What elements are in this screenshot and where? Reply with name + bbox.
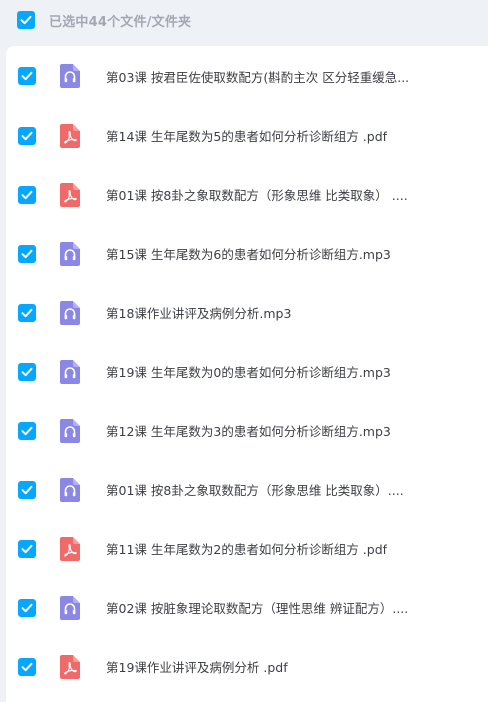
pdf-icon — [60, 182, 80, 207]
selection-header: 已选中44个文件/文件夹 — [0, 0, 488, 40]
file-name[interactable]: 第02课 按脏象理论取数配方（理性思维 辨证配方）.... — [106, 598, 408, 617]
file-row[interactable]: 第11课 生年尾数为2的患者如何分析诊断组方 .pdf — [6, 519, 488, 578]
file-checkbox[interactable] — [18, 67, 36, 85]
headphones-icon — [60, 64, 80, 88]
headphones-icon — [60, 595, 80, 620]
check-icon — [21, 544, 33, 553]
file-row[interactable]: 第19课 生年尾数为0的患者如何分析诊断组方.mp3 — [6, 342, 488, 401]
headphones-icon — [60, 300, 80, 325]
headphones-icon — [60, 477, 80, 502]
check-icon — [21, 190, 33, 199]
check-icon — [21, 603, 33, 612]
check-icon — [21, 426, 33, 435]
file-checkbox[interactable] — [18, 657, 36, 676]
select-all-checkbox[interactable] — [17, 11, 35, 29]
file-name[interactable]: 第19课作业讲评及病例分析 .pdf — [106, 657, 288, 676]
file-checkbox[interactable] — [18, 539, 36, 558]
check-icon — [21, 662, 33, 671]
file-name[interactable]: 第12课 生年尾数为3的患者如何分析诊断组方.mp3 — [106, 421, 391, 440]
check-icon — [21, 485, 33, 494]
file-name[interactable]: 第03课 按君臣佐使取数配方(斟酌主次 区分轻重缓急... — [106, 67, 409, 86]
file-checkbox[interactable] — [18, 598, 36, 617]
file-row[interactable]: 第15课 生年尾数为6的患者如何分析诊断组方.mp3 — [6, 224, 488, 283]
check-icon — [20, 15, 32, 25]
pdf-icon — [60, 536, 80, 561]
file-name[interactable]: 第11课 生年尾数为2的患者如何分析诊断组方 .pdf — [106, 539, 387, 558]
file-checkbox[interactable] — [18, 303, 36, 322]
headphones-icon — [60, 359, 80, 384]
check-icon — [21, 131, 33, 140]
file-row[interactable]: 第01课 按8卦之象取数配方（形象思维 比类取象）.... — [6, 460, 488, 519]
file-name[interactable]: 第19课 生年尾数为0的患者如何分析诊断组方.mp3 — [106, 362, 391, 381]
file-name[interactable]: 第01课 按8卦之象取数配方（形象思维 比类取象）.... — [106, 480, 404, 499]
check-icon — [21, 308, 33, 317]
file-checkbox[interactable] — [18, 126, 36, 145]
file-row[interactable]: 第03课 按君臣佐使取数配方(斟酌主次 区分轻重缓急... — [6, 46, 488, 106]
file-checkbox[interactable] — [18, 244, 36, 263]
check-icon — [21, 249, 33, 258]
file-row[interactable]: 第19课作业讲评及病例分析 .pdf — [6, 637, 488, 696]
file-checkbox[interactable] — [18, 480, 36, 499]
file-row[interactable]: 第14课 生年尾数为5的患者如何分析诊断组方 .pdf — [6, 106, 488, 165]
file-name[interactable]: 第15课 生年尾数为6的患者如何分析诊断组方.mp3 — [106, 244, 391, 263]
check-icon — [21, 71, 33, 81]
file-row[interactable]: 第01课 按8卦之象取数配方（形象思维 比类取象） .... — [6, 165, 488, 224]
file-name[interactable]: 第14课 生年尾数为5的患者如何分析诊断组方 .pdf — [106, 126, 387, 145]
file-row[interactable]: 第18课作业讲评及病例分析.mp3 — [6, 283, 488, 342]
pdf-icon — [60, 123, 80, 148]
pdf-icon — [60, 654, 80, 679]
file-checkbox[interactable] — [18, 421, 36, 440]
file-checkbox[interactable] — [18, 185, 36, 204]
file-row[interactable]: 第02课 按脏象理论取数配方（理性思维 辨证配方）.... — [6, 578, 488, 637]
file-row[interactable]: 第12课 生年尾数为3的患者如何分析诊断组方.mp3 — [6, 401, 488, 460]
headphones-icon — [60, 241, 80, 266]
selection-count-label: 已选中44个文件/文件夹 — [49, 14, 192, 30]
file-name[interactable]: 第18课作业讲评及病例分析.mp3 — [106, 303, 291, 322]
file-name[interactable]: 第01课 按8卦之象取数配方（形象思维 比类取象） .... — [106, 185, 408, 204]
check-icon — [21, 367, 33, 376]
file-checkbox[interactable] — [18, 362, 36, 381]
file-list: 第03课 按君臣佐使取数配方(斟酌主次 区分轻重缓急... 第14课 生年尾数为5… — [6, 46, 488, 702]
headphones-icon — [60, 418, 80, 443]
